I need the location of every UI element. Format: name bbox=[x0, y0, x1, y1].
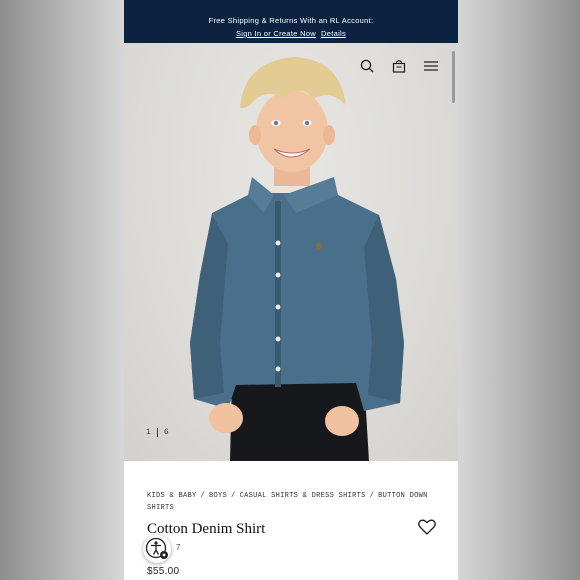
breadcrumb-boys[interactable]: BOYS bbox=[209, 492, 227, 500]
mobile-page: Free Shipping & Returns With an RL Accou… bbox=[124, 0, 458, 580]
breadcrumb-casual-shirts[interactable]: CASUAL SHIRTS & DRESS SHIRTS bbox=[240, 492, 366, 500]
sign-in-link[interactable]: Sign In or Create Now bbox=[236, 29, 316, 38]
promo-banner: Free Shipping & Returns With an RL Accou… bbox=[124, 0, 458, 43]
product-image-gallery[interactable]: 1 6 bbox=[124, 43, 458, 461]
pager-total: 6 bbox=[163, 428, 169, 437]
scrollbar[interactable] bbox=[452, 51, 455, 103]
accessibility-icon bbox=[145, 537, 168, 559]
search-icon[interactable] bbox=[360, 59, 374, 73]
details-link[interactable]: Details bbox=[321, 29, 346, 38]
breadcrumb: KIDS & BABY / BOYS / CASUAL SHIRTS & DRESS S… bbox=[147, 492, 428, 512]
gallery-pager: 1 6 bbox=[146, 428, 169, 437]
shopping-bag-icon[interactable] bbox=[392, 59, 406, 73]
pager-current: 1 bbox=[146, 428, 151, 437]
style-number: 7 bbox=[176, 543, 181, 552]
heart-icon[interactable] bbox=[418, 519, 436, 535]
menu-icon[interactable] bbox=[424, 59, 438, 73]
accessibility-button[interactable] bbox=[143, 535, 171, 563]
product-info: KIDS & BABY / BOYS / CASUAL SHIRTS & DRESS S… bbox=[124, 461, 458, 580]
product-price: $55.00 bbox=[147, 566, 180, 577]
promo-message: Free Shipping & Returns With an RL Accou… bbox=[208, 16, 374, 25]
breadcrumb-kids-baby[interactable]: KIDS & BABY bbox=[147, 492, 197, 500]
product-photo bbox=[190, 57, 404, 461]
